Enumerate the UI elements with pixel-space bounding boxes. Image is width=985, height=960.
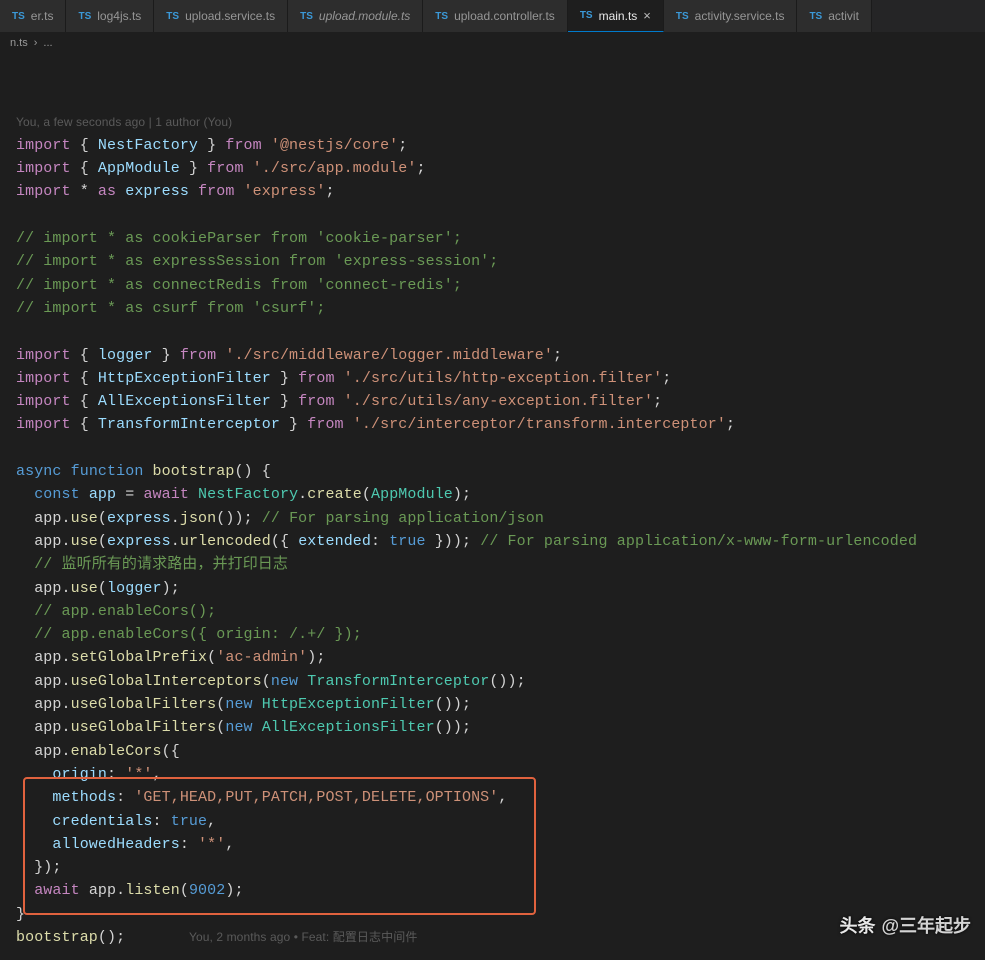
code-line: methods: 'GET,HEAD,PUT,PATCH,POST,DELETE… xyxy=(16,786,979,809)
code-line: const app = await NestFactory.create(App… xyxy=(16,483,979,506)
ts-icon: TS xyxy=(300,11,313,22)
code-comment: // import * as expressSession from 'expr… xyxy=(16,250,979,273)
watermark: 头条 @三年起步 xyxy=(839,912,971,938)
tab-upload-controller[interactable]: TS upload.controller.ts xyxy=(423,0,568,32)
code-line: import * as express from 'express'; xyxy=(16,180,979,203)
tab-upload-module[interactable]: TS upload.module.ts xyxy=(288,0,423,32)
tab-upload-service[interactable]: TS upload.service.ts xyxy=(154,0,288,32)
code-line: import { TransformInterceptor } from './… xyxy=(16,413,979,436)
tab-activit[interactable]: TS activit xyxy=(797,0,871,32)
code-comment: // import * as csurf from 'csurf'; xyxy=(16,297,979,320)
tab-label: activity.service.ts xyxy=(695,9,785,23)
code-line: bootstrap(); You, 2 months ago • Feat: 配… xyxy=(16,926,979,949)
breadcrumb[interactable]: n.ts › ... xyxy=(0,32,985,54)
code-comment: // import * as connectRedis from 'connec… xyxy=(16,274,979,297)
tab-bar: TSer.ts TSlog4js.ts TSupload.service.ts … xyxy=(0,0,985,32)
breadcrumb-sep: › xyxy=(34,37,38,49)
code-line: app.useGlobalFilters(new HttpExceptionFi… xyxy=(16,693,979,716)
tab-label: upload.controller.ts xyxy=(454,9,555,23)
code-comment: // app.enableCors({ origin: /.+/ }); xyxy=(16,623,979,646)
tab-label: upload.module.ts xyxy=(319,9,410,23)
code-comment: // import * as cookieParser from 'cookie… xyxy=(16,227,979,250)
code-line: } xyxy=(16,903,979,926)
code-line: origin: '*', xyxy=(16,763,979,786)
code-line: import { NestFactory } from '@nestjs/cor… xyxy=(16,134,979,157)
code-line: credentials: true, xyxy=(16,810,979,833)
code-line: allowedHeaders: '*', xyxy=(16,833,979,856)
code-line: app.use(logger); xyxy=(16,577,979,600)
code-line: app.use(express.urlencoded({ extended: t… xyxy=(16,530,979,553)
ts-icon: TS xyxy=(435,11,448,22)
tab-label: upload.service.ts xyxy=(185,9,275,23)
code-line: import { HttpExceptionFilter } from './s… xyxy=(16,367,979,390)
code-line: import { AllExceptionsFilter } from './s… xyxy=(16,390,979,413)
code-comment: // app.enableCors(); xyxy=(16,600,979,623)
code-line: app.useGlobalFilters(new AllExceptionsFi… xyxy=(16,716,979,739)
tab-main[interactable]: TS main.ts × xyxy=(568,0,664,32)
code-line: import { AppModule } from './src/app.mod… xyxy=(16,157,979,180)
ts-icon: TS xyxy=(12,11,25,22)
git-blame-header: You, a few seconds ago | 1 author (You) xyxy=(16,111,979,134)
code-line: }); xyxy=(16,856,979,879)
ts-icon: TS xyxy=(580,10,593,21)
ts-icon: TS xyxy=(166,11,179,22)
breadcrumb-item: n.ts xyxy=(10,37,28,49)
tab-label: er.ts xyxy=(31,9,54,23)
code-line: app.setGlobalPrefix('ac-admin'); xyxy=(16,646,979,669)
ts-icon: TS xyxy=(676,11,689,22)
tab-er[interactable]: TS er.ts xyxy=(0,0,66,32)
git-blame-inline: You, 2 months ago • Feat: 配置日志中间件 xyxy=(189,930,417,944)
breadcrumb-rest: ... xyxy=(43,37,52,49)
code-line: import { logger } from './src/middleware… xyxy=(16,344,979,367)
tab-activity-service[interactable]: TS activity.service.ts xyxy=(664,0,798,32)
code-line: app.enableCors({ xyxy=(16,740,979,763)
close-icon[interactable]: × xyxy=(643,8,651,23)
watermark-handle: @三年起步 xyxy=(881,912,971,938)
code-comment: // 监听所有的请求路由，并打印日志 xyxy=(16,553,979,576)
watermark-brand: 头条 xyxy=(839,912,875,938)
tab-label: main.ts xyxy=(599,9,638,23)
code-line: await app.listen(9002); xyxy=(16,879,979,902)
tab-label: activit xyxy=(828,9,859,23)
tab-label: log4js.ts xyxy=(97,9,141,23)
tab-log4js[interactable]: TS log4js.ts xyxy=(66,0,154,32)
ts-icon: TS xyxy=(78,11,91,22)
code-editor[interactable]: You, a few seconds ago | 1 author (You) … xyxy=(0,54,985,959)
code-line: async function bootstrap() { xyxy=(16,460,979,483)
ts-icon: TS xyxy=(809,11,822,22)
code-line: app.use(express.json()); // For parsing … xyxy=(16,507,979,530)
code-line: app.useGlobalInterceptors(new TransformI… xyxy=(16,670,979,693)
